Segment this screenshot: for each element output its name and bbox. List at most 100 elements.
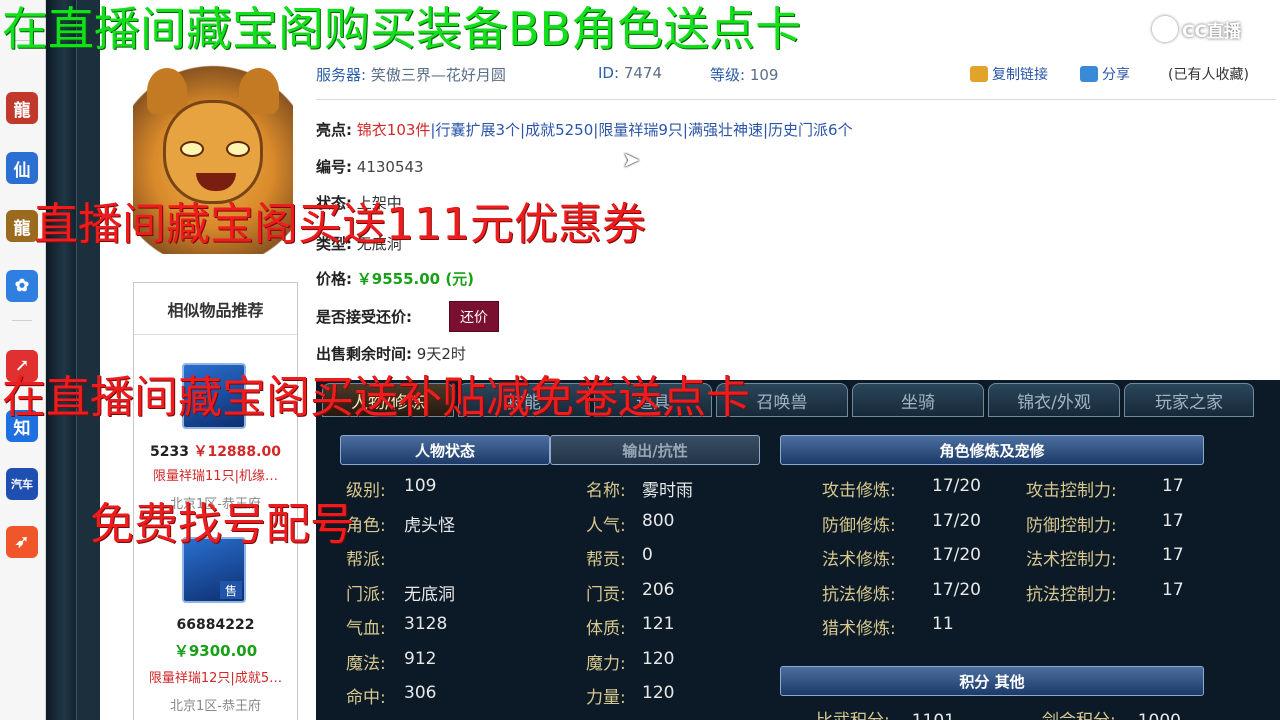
level-info: 等级: 109 (710, 64, 778, 85)
stat-key: 魔力: (586, 653, 626, 674)
highlight-item[interactable]: 满强壮神速 (688, 121, 763, 139)
highlight-item[interactable]: 锦衣103件 (357, 121, 431, 139)
stat-key: 帮贡: (586, 550, 626, 570)
dock-app-icon[interactable]: 仙 (6, 152, 38, 184)
stat-value: 11 (932, 614, 954, 634)
stat-row: 门贡: 206 (586, 580, 674, 605)
score-value: 1101 (912, 711, 955, 720)
stat-value: 17/20 (932, 579, 981, 600)
highlights-label: 亮点: (316, 121, 352, 139)
sold-badge: 售 (220, 581, 242, 599)
stat-value: 雾时雨 (642, 481, 693, 501)
server-value: 笑傲三界—花好月圆 (370, 66, 506, 84)
section-output-resist[interactable]: 输出/抗性 (550, 435, 760, 465)
similar-item-price: ￥12888.00 (193, 444, 281, 460)
section-cultivation: 角色修炼及宠修 (780, 435, 1204, 465)
number-row: 编号: 4130543 (316, 156, 424, 177)
highlight-item[interactable]: 行囊扩展3个 (435, 121, 520, 139)
collect-status[interactable]: (已有人收藏) (1168, 64, 1249, 84)
stat-value: 17/20 (932, 476, 981, 496)
overlay-line-3: 在直播间藏宝阁买送补贴减免卷送点卡 (2, 372, 750, 423)
price-value: ￥9555.00 (元) (356, 270, 475, 288)
stat-row: 攻击修炼: 17/20 (822, 476, 981, 501)
score-row: 比武积分: 1101 (816, 706, 955, 720)
share-button[interactable]: 分享 (1080, 64, 1130, 84)
stat-key: 抗法控制力: (1026, 584, 1117, 605)
stat-row: 命中: 306 (346, 683, 436, 708)
overlay-line-2: 直播间藏宝阁买送111元优惠券 (34, 199, 646, 250)
score-row: 剑会积分: 1000 (1042, 706, 1181, 720)
highlight-item[interactable]: 成就5250 (525, 121, 593, 139)
copy-link-label: 复制链接 (992, 67, 1048, 83)
stat-row: 人气: 800 (586, 511, 674, 536)
stat-key: 体质: (586, 619, 626, 639)
stat-key: 法术修炼: (822, 550, 896, 570)
similar-item-price: ￥9300.00 (173, 642, 258, 660)
cc-logo-text: CC直播 (1182, 21, 1241, 42)
number-value: 4130543 (356, 158, 424, 176)
stat-row: 猎术修炼: 11 (822, 614, 954, 639)
dock-app-icon[interactable]: ➶ (6, 526, 38, 558)
stat-value: 无底洞 (404, 584, 455, 605)
highlight-item[interactable]: 限量祥瑞9只 (598, 121, 683, 139)
highlight-item[interactable]: 历史门派6个 (768, 121, 853, 139)
remaining-label: 出售剩余时间: (316, 345, 412, 363)
price-row: 价格: ￥9555.00 (元) (316, 268, 474, 289)
share-label: 分享 (1102, 67, 1130, 83)
id-info: ID: 7474 (598, 64, 662, 82)
stat-row: 攻击控制力: 17 (1026, 476, 1184, 501)
stat-value: 17/20 (932, 510, 981, 531)
dock-app-icon[interactable]: 汽车 (6, 468, 38, 500)
stat-key: 攻击控制力: (1026, 481, 1117, 501)
score-key: 比武积分: (816, 711, 890, 720)
stat-value: 120 (642, 683, 675, 703)
similar-item-price-line[interactable]: 5233 ￥12888.00 (134, 441, 297, 461)
stat-value: 17 (1162, 545, 1184, 565)
tab-outfits[interactable]: 锦衣/外观 (988, 383, 1120, 417)
stat-row: 法术修炼: 17/20 (822, 545, 981, 570)
dark-side-strip (46, 0, 76, 720)
stat-row: 抗法控制力: 17 (1026, 580, 1184, 605)
stat-key: 抗法修炼: (822, 584, 896, 605)
copy-link-button[interactable]: 复制链接 (970, 64, 1048, 84)
stat-value: 206 (642, 579, 675, 600)
id-value: 7474 (623, 64, 662, 82)
stat-value: 109 (404, 476, 437, 496)
stat-row: 防御控制力: 17 (1026, 511, 1184, 536)
stat-row: 门派: 无底洞 (346, 580, 455, 605)
dock-app-icon[interactable]: ✿ (6, 270, 38, 302)
tab-mounts[interactable]: 坐骑 (852, 383, 984, 417)
server-label: 服务器: (316, 66, 367, 84)
dark-side-strip-2 (76, 0, 100, 720)
section-score-other: 积分 其他 (780, 666, 1204, 696)
mouse-cursor-icon: ➤ (622, 148, 641, 173)
similar-item-tags: 限量祥瑞11只|机缘… (153, 469, 278, 484)
stat-value: 121 (642, 614, 675, 634)
stat-row: 帮贡: 0 (586, 545, 653, 570)
stat-row: 魔法: 912 (346, 649, 436, 674)
cc-logo-icon (1152, 16, 1178, 42)
stat-value: 0 (642, 545, 653, 565)
stat-key: 门贡: (586, 584, 626, 605)
section-character-status[interactable]: 人物状态 (340, 435, 550, 465)
similar-item-tags: 限量祥瑞12只|成就5… (148, 671, 283, 686)
stat-value: 800 (642, 510, 675, 531)
number-label: 编号: (316, 158, 352, 176)
stat-value: 912 (404, 648, 437, 669)
stat-key: 防御修炼: (822, 515, 896, 536)
stat-value: 虎头怪 (404, 515, 455, 536)
stat-key: 帮派: (346, 550, 386, 570)
stat-value: 17/20 (932, 545, 981, 565)
dock-app-icon[interactable]: 龍 (6, 92, 38, 124)
remaining-row: 出售剩余时间: 9天2时 (316, 343, 466, 364)
stat-key: 名称: (586, 481, 626, 501)
highlights-row: 亮点: 锦衣103件|行囊扩展3个|成就5250|限量祥瑞9只|满强壮神速|历史… (316, 119, 853, 140)
stat-row: 力量: 120 (586, 683, 674, 708)
haggle-button[interactable]: 还价 (449, 301, 499, 332)
stat-row: 抗法修炼: 17/20 (822, 580, 981, 605)
tab-home[interactable]: 玩家之家 (1124, 383, 1254, 417)
dock-separator (12, 320, 32, 321)
stat-key: 防御控制力: (1026, 515, 1117, 536)
header-divider (316, 99, 1276, 100)
similar-item-code: 66884222 (176, 617, 255, 633)
